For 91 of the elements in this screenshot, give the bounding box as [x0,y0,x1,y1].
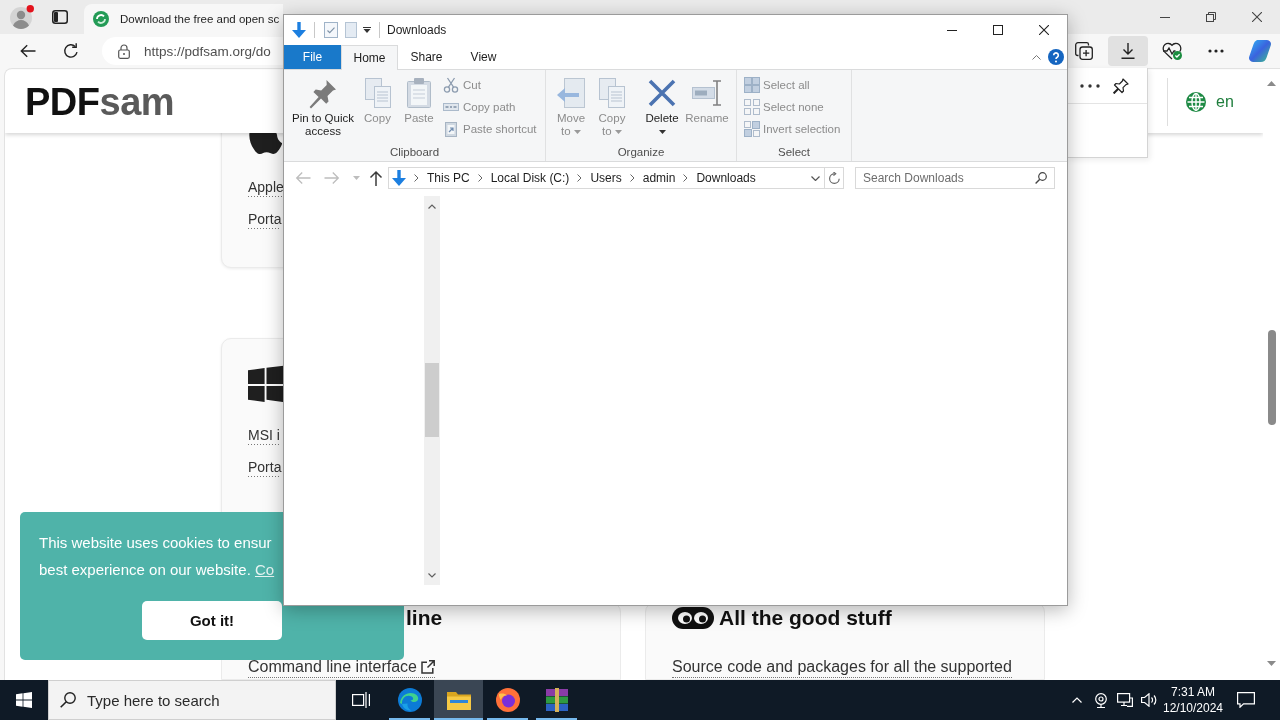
back-arrow-icon [20,44,36,58]
ribbon-button[interactable]: Pin to Quick access [288,70,358,143]
scroll-up-arrow-icon[interactable] [1267,80,1276,86]
breadcrumb-item[interactable]: This PC [427,171,470,185]
scrollbar-thumb[interactable] [425,363,439,437]
window-title: Downloads [387,23,447,37]
ribbon-tab[interactable]: View [455,45,512,69]
address-field[interactable]: https://pdfsam.org/do [102,37,283,65]
ribbon-tab[interactable]: Share [398,45,455,69]
network-icon[interactable] [1117,693,1133,707]
grid-empty-icon [744,99,760,115]
feature-link[interactable]: Source code and packages for all the supported [672,657,1012,678]
x-icon [646,77,678,109]
breadcrumb-item[interactable]: Downloads [696,171,756,185]
edge-icon [397,688,422,712]
chevron-right-icon [629,174,635,182]
refresh-icon [828,172,840,184]
ribbon-group-label: Clipboard [388,145,441,160]
grid-filled-icon [744,77,760,93]
taskbar-app-button[interactable] [434,680,483,720]
restore-icon [1206,12,1216,22]
chevron-right-icon [414,174,419,182]
chevron-up-icon[interactable] [1072,697,1082,703]
text-field-cursor-icon [691,77,723,109]
chevron-down-icon[interactable] [811,175,820,181]
maximize-icon [993,25,1003,35]
scissors-icon [443,77,459,93]
close-icon [1252,12,1262,22]
webcam-icon[interactable] [1094,692,1108,708]
refresh-icon [63,43,79,59]
tab-actions-icon[interactable] [52,10,68,24]
site-logo[interactable]: PDFsam [25,79,175,124]
card-heading: line [406,605,443,631]
ribbon-group-label: Select [777,145,811,160]
breadcrumb-item[interactable]: Local Disk (C:) [490,171,570,185]
volume-icon[interactable] [1141,693,1158,707]
search-field[interactable]: Search Downloads [855,167,1055,189]
download-arrow-icon[interactable] [292,22,306,38]
cookie-message: This website uses cookies to ensur best experience on our website. Co [39,533,275,580]
folder-icon [446,690,471,710]
chevron-right-icon [577,174,583,182]
collections-icon[interactable] [1075,42,1093,60]
two-documents-icon [596,77,628,109]
download-arrow-icon [392,170,406,186]
close-icon [1039,25,1049,35]
card-heading: All the good stuff [719,605,892,631]
profile-avatar-icon[interactable] [10,5,34,29]
grid-partial-icon [744,121,760,137]
chevron-right-icon [683,174,689,182]
document-check-icon[interactable] [324,22,338,38]
copilot-icon[interactable] [1249,40,1271,62]
ribbon-tab[interactable]: File [284,45,341,69]
scroll-up-icon[interactable] [428,203,436,209]
pin-icon[interactable] [1113,77,1129,94]
arrow-up-icon[interactable] [369,170,383,186]
taskbar-search-field[interactable]: Type here to search [48,680,336,720]
notification-icon[interactable] [1237,692,1255,708]
minimize-icon [947,29,957,31]
heart-pulse-icon[interactable] [1162,42,1182,60]
ribbon-tab[interactable]: Home [341,45,398,70]
scroll-down-icon[interactable] [428,572,436,578]
caret-down-icon[interactable] [363,27,371,33]
ribbon-group-label: Organize [616,145,666,160]
document-arrow-icon [555,77,587,109]
address-bar[interactable]: This PC Local Disk (C:) Users admin Downloads [388,167,825,189]
more-icon[interactable] [1208,49,1224,53]
task-view-icon [351,692,370,708]
help-icon[interactable] [1048,49,1064,65]
site-favicon-icon [93,11,109,27]
ribbon-button[interactable]: Delete [643,70,681,143]
search-icon [60,692,76,708]
windows-logo-icon [16,692,32,708]
lock-icon [118,43,130,59]
firefox-icon [495,688,520,712]
browser-tab[interactable]: Download the free and open sc [84,4,283,34]
download-icon[interactable] [1120,43,1136,59]
language-selector[interactable]: en [1167,77,1263,126]
scroll-down-arrow-icon[interactable] [1267,660,1276,666]
collapse-ribbon-icon[interactable] [1032,54,1041,60]
chevron-right-icon [477,174,483,182]
winrar-icon [545,688,568,712]
breadcrumb-item[interactable]: admin [642,171,676,185]
search-icon[interactable] [1035,172,1047,184]
got-it-button[interactable]: Got it! [142,601,282,640]
breadcrumb-item[interactable]: Users [590,171,622,185]
scrollbar-thumb[interactable] [1267,330,1276,425]
taskbar-clock[interactable]: 7:31 AM 12/10/2024 [1162,680,1224,720]
minimize-icon [1160,16,1170,18]
apple-logo-icon [248,133,282,154]
globe-icon [1186,91,1206,112]
more-icon[interactable] [1080,83,1100,88]
